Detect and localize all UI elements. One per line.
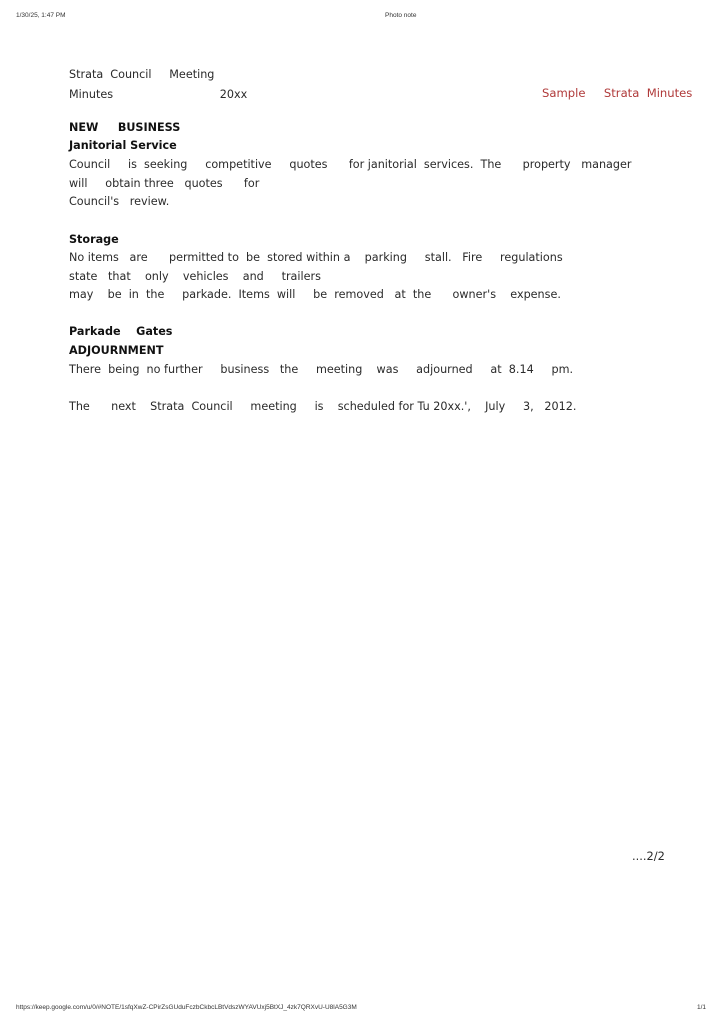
print-header-datetime: 1/30/25, 1:47 PM (16, 12, 66, 19)
sample-title: Sample Strata Minutes (542, 86, 693, 100)
section-heading-janitorial: Janitorial Service (69, 139, 177, 152)
page-indicator: ....2/2 (632, 849, 665, 863)
janitorial-line: will obtain three quotes for (69, 177, 260, 190)
print-footer-url: https://keep.google.com/u/0/#NOTE/1sfqXw… (16, 1004, 357, 1011)
section-heading-parkade-gates: Parkade Gates (69, 325, 173, 338)
adjournment-line: There being no further business the meet… (69, 363, 574, 376)
section-heading-storage: Storage (69, 233, 119, 246)
storage-line: may be in the parkade. Items will be rem… (69, 288, 561, 301)
storage-line: No items are permitted to be stored with… (69, 251, 563, 264)
print-footer-page: 1/1 (696, 1004, 706, 1011)
next-meeting-line: The next Strata Council meeting is sched… (69, 400, 577, 413)
section-heading-adjournment: ADJOURNMENT (69, 344, 164, 357)
storage-line: state that only vehicles and trailers (69, 270, 321, 283)
document-heading-line2: Minutes 20xx (69, 88, 248, 101)
janitorial-line: Council is seeking competitive quotes fo… (69, 158, 632, 171)
section-heading-new-business: NEW BUSINESS (69, 121, 181, 134)
print-header-title: Photo note (385, 12, 417, 19)
janitorial-line: Council's review. (69, 195, 170, 208)
document-heading-line1: Strata Council Meeting (69, 68, 215, 81)
